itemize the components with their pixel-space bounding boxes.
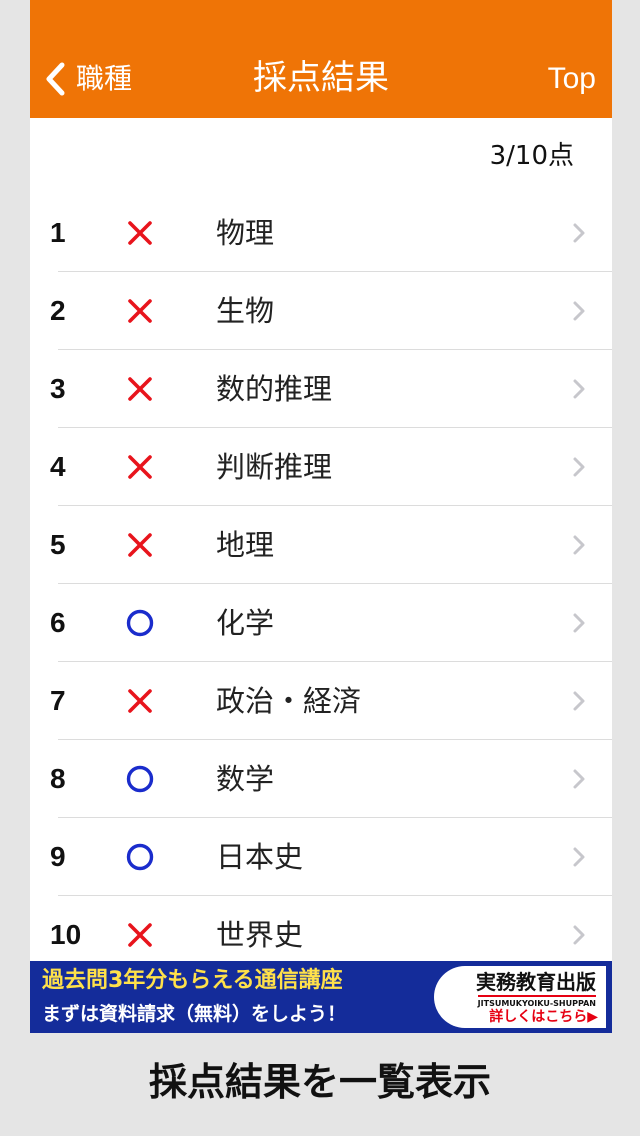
publisher-name: 実務教育出版	[476, 970, 596, 994]
navigation-bar: 職種 採点結果 Top	[30, 0, 612, 118]
chevron-right-icon	[572, 534, 586, 556]
subject-label: 判断推理	[216, 450, 333, 484]
chevron-right-icon	[572, 612, 586, 634]
subject-label: 地理	[216, 528, 275, 562]
circle-icon	[126, 609, 154, 637]
chevron-right-icon	[572, 924, 586, 946]
question-number: 1	[50, 217, 66, 248]
chevron-right-icon	[572, 378, 586, 400]
subject-label: 物理	[216, 216, 275, 250]
subject-label: 生物	[216, 294, 275, 328]
chevron-right-icon	[572, 300, 586, 322]
subject-label: 日本史	[216, 840, 304, 874]
circle-icon	[126, 843, 154, 871]
result-row[interactable]: 9 日本史	[30, 818, 612, 896]
top-button[interactable]: Top	[548, 58, 596, 100]
chevron-right-icon	[572, 222, 586, 244]
screenshot-caption: 採点結果を一覧表示	[148, 1060, 491, 1104]
banner-headline: 過去問3年分もらえる通信講座	[42, 968, 343, 993]
question-number: 6	[50, 607, 66, 638]
banner-details-link[interactable]: 詳しくはこちら▶	[489, 1008, 598, 1026]
subject-label: 政治・経済	[216, 684, 362, 718]
back-button-label: 職種	[76, 62, 133, 95]
circle-icon	[126, 765, 154, 793]
chevron-left-icon	[46, 62, 65, 96]
result-row[interactable]: 7 政治・経済	[30, 662, 612, 740]
question-number: 4	[50, 451, 66, 482]
result-row[interactable]: 8 数学	[30, 740, 612, 818]
chevron-right-icon	[572, 768, 586, 790]
cross-icon	[126, 375, 154, 403]
chevron-right-icon	[572, 846, 586, 868]
question-number: 7	[50, 685, 66, 716]
cross-icon	[126, 297, 154, 325]
chevron-right-icon	[572, 690, 586, 712]
result-row[interactable]: 2 生物	[30, 272, 612, 350]
banner-subline: まずは資料請求（無料）をしよう！	[42, 1003, 347, 1025]
result-row[interactable]: 4 判断推理	[30, 428, 612, 506]
cross-icon	[126, 219, 154, 247]
subject-label: 数学	[216, 762, 275, 796]
question-number: 3	[50, 373, 66, 404]
cross-icon	[126, 531, 154, 559]
publisher-roman-name: JITSUMUKYOIKU-SHUPPAN	[477, 995, 596, 1009]
result-row[interactable]: 3 数的推理	[30, 350, 612, 428]
cross-icon	[126, 921, 154, 949]
question-number: 8	[50, 763, 66, 794]
ad-banner[interactable]: 過去問3年分もらえる通信講座 まずは資料請求（無料）をしよう！ 実務教育出版 J…	[30, 961, 612, 1033]
publisher-badge: 実務教育出版 JITSUMUKYOIKU-SHUPPAN 詳しくはこちら▶	[434, 966, 606, 1028]
app-screen: 職種 採点結果 Top 3/10点 1 物理 2 生物 3 数的推理 4 判断推理 5 地理 6 化学…	[30, 0, 612, 1033]
cross-icon	[126, 687, 154, 715]
question-number: 9	[50, 841, 66, 872]
result-row[interactable]: 6 化学	[30, 584, 612, 662]
chevron-right-icon	[572, 456, 586, 478]
score-label: 3/10点	[489, 141, 574, 171]
subject-label: 数的推理	[216, 372, 333, 406]
cross-icon	[126, 453, 154, 481]
question-number: 5	[50, 529, 66, 560]
question-number: 2	[50, 295, 66, 326]
back-button[interactable]: 職種	[44, 58, 132, 100]
result-row[interactable]: 5 地理	[30, 506, 612, 584]
result-row[interactable]: 1 物理	[30, 194, 612, 272]
result-list: 1 物理 2 生物 3 数的推理 4 判断推理 5 地理 6 化学 7 政治・経済 8 数学 9 日本史 10 世界史	[30, 194, 612, 974]
subject-label: 化学	[216, 606, 275, 640]
